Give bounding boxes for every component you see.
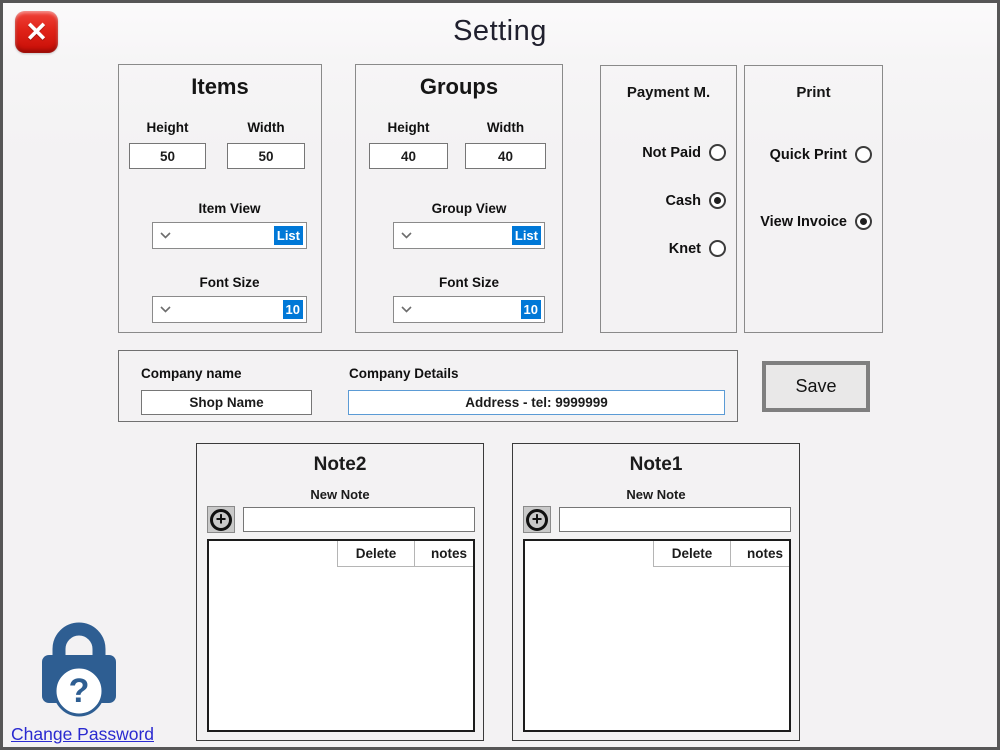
groups-panel-title: Groups [419,74,499,99]
note1-table: Delete notes [523,539,791,732]
note1-input[interactable] [559,507,791,532]
groups-panel: Groups Height Width Group View List Font… [355,64,563,333]
radio-option-quick-print[interactable]: Quick Print [770,146,872,163]
chevron-down-icon [160,232,171,239]
radio-label: Knet [668,240,701,257]
radio-button-icon [709,240,726,257]
note2-table: Delete notes [207,539,475,732]
items-font-size-label: Font Size [199,275,260,290]
chevron-down-icon [160,306,171,313]
notes-column-header[interactable]: notes [414,541,473,567]
chevron-down-icon [401,232,412,239]
items-height-label: Height [146,120,189,135]
save-button[interactable]: Save [762,361,870,412]
note1-new-note-label: New Note [626,487,686,502]
plus-circle-icon: + [526,508,548,531]
company-panel: Company name Company Details [118,350,738,422]
radio-button-icon [709,144,726,161]
items-panel: Items Height Width Item View List Font S… [118,64,322,333]
payment-method-panel: Payment M. Not Paid Cash Knet [600,65,737,333]
group-view-value: List [511,225,541,246]
company-details-input[interactable] [348,390,725,415]
items-width-input[interactable] [227,143,305,169]
notes-column-header[interactable]: notes [730,541,789,567]
print-panel: Print Quick Print View Invoice [744,65,883,333]
items-height-input[interactable] [129,143,206,169]
svg-text:?: ? [69,672,90,710]
radio-label: Cash [665,192,701,209]
groups-width-input[interactable] [465,143,546,169]
note2-new-note-label: New Note [310,487,370,502]
items-font-size-combobox[interactable]: 10 [152,296,307,323]
groups-font-size-combobox[interactable]: 10 [393,296,545,323]
radio-option-view-invoice[interactable]: View Invoice [760,213,872,230]
payment-panel-title: Payment M. [626,84,711,101]
chevron-down-icon [401,306,412,313]
radio-option-cash[interactable]: Cash [666,192,726,209]
add-note-button[interactable]: + [523,506,551,533]
company-name-label: Company name [141,366,242,381]
add-note-button[interactable]: + [207,506,235,533]
lock-question-icon: ? [39,613,119,718]
groups-width-label: Width [486,120,525,135]
note2-input[interactable] [243,507,475,532]
note1-panel: Note1 New Note + Delete notes [512,443,800,741]
settings-window: ✕ Setting Items Height Width Item View L… [0,0,1000,750]
radio-button-icon [855,146,872,163]
items-panel-title: Items [191,74,249,99]
radio-option-not-paid[interactable]: Not Paid [642,144,726,161]
delete-column-header[interactable]: Delete [653,541,730,567]
print-panel-title: Print [796,84,831,101]
note1-title: Note1 [629,454,683,475]
radio-button-icon [709,192,726,209]
groups-height-label: Height [387,120,430,135]
group-view-label: Group View [431,201,507,216]
item-view-label: Item View [198,201,261,216]
group-view-combobox[interactable]: List [393,222,545,249]
radio-label: Quick Print [769,146,847,163]
radio-button-icon [855,213,872,230]
note2-title: Note2 [313,454,367,475]
blank-column-header [209,541,337,567]
note2-panel: Note2 New Note + Delete notes [196,443,484,741]
groups-height-input[interactable] [369,143,448,169]
radio-label: View Invoice [760,213,847,230]
delete-column-header[interactable]: Delete [337,541,414,567]
blank-column-header [525,541,653,567]
groups-font-size-label: Font Size [439,275,499,290]
item-view-value: List [273,225,303,246]
plus-circle-icon: + [210,508,232,531]
groups-font-size-value: 10 [520,299,541,320]
radio-label: Not Paid [642,144,701,161]
company-details-label: Company Details [349,366,459,381]
company-name-input[interactable] [141,390,312,415]
note1-table-header: Delete notes [525,541,789,567]
items-font-size-value: 10 [282,299,303,320]
change-password-link[interactable]: Change Password [11,724,154,745]
note2-table-header: Delete notes [209,541,473,567]
radio-option-knet[interactable]: Knet [669,240,726,257]
page-title: Setting [453,15,547,47]
items-width-label: Width [247,120,285,135]
item-view-combobox[interactable]: List [152,222,307,249]
